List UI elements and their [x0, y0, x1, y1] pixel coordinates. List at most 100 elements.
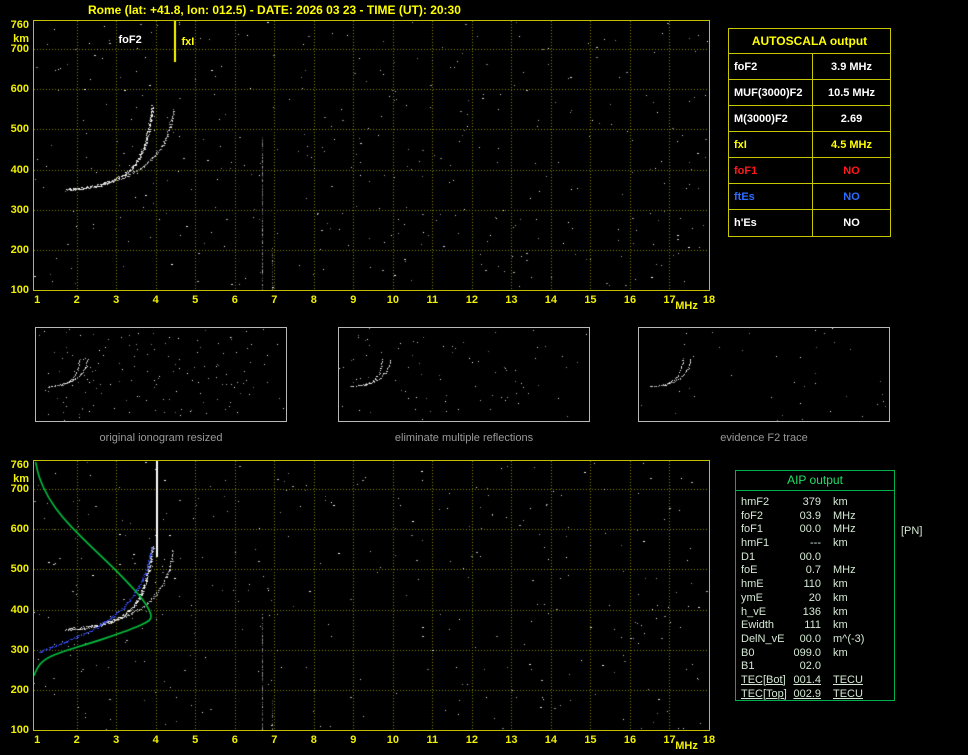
aip-row-value: 03.9 [799, 509, 821, 522]
aip-row-value: 136 [802, 605, 821, 618]
aip-row-label: hmF2 [741, 496, 770, 508]
x-tick-label: 10 [386, 294, 399, 306]
aip-row-value: 00.0 [799, 632, 821, 645]
autoscala-row-value: NO [843, 217, 860, 229]
y-tick-label: 500 [10, 123, 29, 136]
aip-row: B1 02.0 [736, 660, 894, 674]
x-tick-label: 9 [350, 734, 357, 746]
y-tick-label: 300 [10, 643, 29, 656]
aip-row: hmE 110 km [736, 578, 894, 592]
aip-row-unit: km [833, 578, 848, 591]
aip-row-value: 002.9 [793, 687, 821, 700]
aip-row-unit: km [833, 646, 848, 659]
y-tick-label: 760 [10, 459, 29, 471]
autoscala-row: foF1 NO [729, 158, 890, 184]
aip-row-label: TEC[Bot] [741, 673, 786, 686]
aip-row: B0 099.0 km [736, 647, 894, 661]
x-tick-label: 15 [584, 294, 597, 306]
aip-row: hmF2 379 km [736, 496, 894, 510]
aip-row-label: Ewidth [741, 619, 775, 632]
thumbnail-original-ionogram-canvas [36, 328, 286, 421]
x-tick-label: 4 [152, 734, 159, 746]
autoscala-window: Rome (lat: +41.8, lon: 012.5) - DATE: 20… [0, 0, 968, 755]
aip-row-unit: km [833, 496, 848, 508]
x-tick-label: 9 [350, 294, 357, 306]
autoscala-row-label: M(3000)F2 [729, 106, 813, 131]
aip-row-value: 111 [804, 619, 821, 632]
aip-row-label: foF1 [741, 523, 764, 536]
autoscala-output-table: AUTOSCALA output foF2 3.9 MHz MUF(3000)F2 1… [728, 28, 891, 237]
y-tick-label: 300 [10, 203, 29, 216]
y-tick-label: 500 [10, 563, 29, 576]
x-tick-label: 4 [152, 294, 159, 306]
y-tick-label: 600 [10, 523, 29, 536]
autoscala-row-value: 4.5 MHz [831, 138, 872, 151]
autoscala-row-value: NO [843, 164, 860, 177]
y-tick-label: 200 [10, 683, 29, 696]
aip-output-table: AIP output hmF2 379 km foF2 03.9 MHz foF1 00.0 M… [735, 470, 895, 701]
autoscala-row: fxI 4.5 MHz [729, 132, 890, 158]
autoscala-row: M(3000)F2 2.69 [729, 106, 890, 132]
aip-row-value: 001.4 [793, 673, 821, 686]
autoscala-row-label: fxI [729, 132, 813, 157]
autoscala-row-value: 2.69 [840, 112, 863, 125]
thumbnail-multiple-reflections-canvas [339, 328, 589, 421]
aip-table-rows: hmF2 379 km foF2 03.9 MHz foF1 00.0 MHz hmF1 --- km… [736, 491, 894, 701]
x-tick-label: 16 [623, 294, 637, 306]
aip-row: Ewidth 111 km [736, 619, 894, 633]
pn-note: [PN] [901, 525, 923, 537]
thumbnail-caption-f2trace: evidence F2 trace [720, 432, 808, 444]
x-tick-label: 14 [544, 734, 558, 746]
y-tick-label: 100 [10, 284, 29, 296]
aip-row-value: 379 [802, 496, 821, 508]
x-tick-label: 10 [386, 734, 399, 746]
aip-row-value: 00.0 [799, 550, 821, 563]
aip-row-label: B0 [741, 646, 755, 659]
aip-row-label: D1 [741, 550, 756, 563]
x-tick-label: 13 [505, 734, 518, 746]
x-tick-label: 12 [465, 734, 478, 746]
aip-row-label: DelN_vE [741, 632, 785, 645]
x-tick-label: 6 [231, 294, 238, 306]
aip-row-unit: MHz [833, 509, 856, 522]
aip-row: h_vE 136 km [736, 606, 894, 620]
thumbnail-f2-trace-canvas [639, 328, 889, 421]
aip-row-label: foF2 [741, 509, 764, 522]
y-tick-label: 200 [10, 243, 29, 256]
aip-row: hmF1 --- km [736, 537, 894, 551]
aip-row-unit: km [833, 591, 848, 604]
fxi-annotation: fxI [181, 36, 195, 48]
x-tick-label: 13 [505, 294, 518, 306]
aip-row-label: B1 [741, 660, 755, 673]
y-tick-label: 400 [10, 603, 29, 616]
x-tick-label: 1 [34, 294, 41, 306]
bottom-ionogram-canvas [34, 461, 709, 730]
x-tick-label: 2 [73, 294, 80, 306]
x-tick-label: 18 [702, 734, 716, 746]
autoscala-row-label: foF2 [729, 54, 813, 79]
autoscala-row: ftEs NO [729, 184, 890, 210]
aip-row-value: 02.0 [799, 660, 821, 673]
x-tick-label: 16 [623, 734, 637, 746]
aip-row-label: TEC[Top] [741, 687, 787, 700]
aip-row-unit: MHz [833, 523, 856, 536]
autoscala-table-title: AUTOSCALA output [729, 29, 890, 54]
x-tick-label: 11 [426, 294, 439, 306]
aip-row: TEC[Top] 002.9 TECU [736, 688, 894, 702]
x-axis-unit-label: MHz [675, 740, 698, 752]
aip-row: DelN_vE 00.0 m^(-3) [736, 633, 894, 647]
y-axis-unit-label: km [13, 33, 29, 45]
thumbnail-multiple-reflections [338, 327, 590, 422]
autoscala-table-rows: foF2 3.9 MHz MUF(3000)F2 10.5 MHz M(3000)F2 2… [729, 54, 890, 236]
autoscala-row-label: h'Es [729, 210, 813, 236]
autoscala-row: MUF(3000)F2 10.5 MHz [729, 80, 890, 106]
fof2-annotation: foF2 [118, 34, 142, 46]
aip-row-value: --- [810, 537, 821, 550]
aip-row-unit: m^(-3) [833, 632, 865, 645]
aip-row-value: 0.7 [805, 564, 821, 577]
aip-row: foF2 03.9 MHz [736, 510, 894, 524]
autoscala-row-value: 3.9 MHz [831, 60, 872, 73]
y-tick-label: 100 [10, 724, 29, 736]
y-tick-label: 400 [10, 163, 29, 176]
aip-table-title: AIP output [736, 471, 894, 491]
